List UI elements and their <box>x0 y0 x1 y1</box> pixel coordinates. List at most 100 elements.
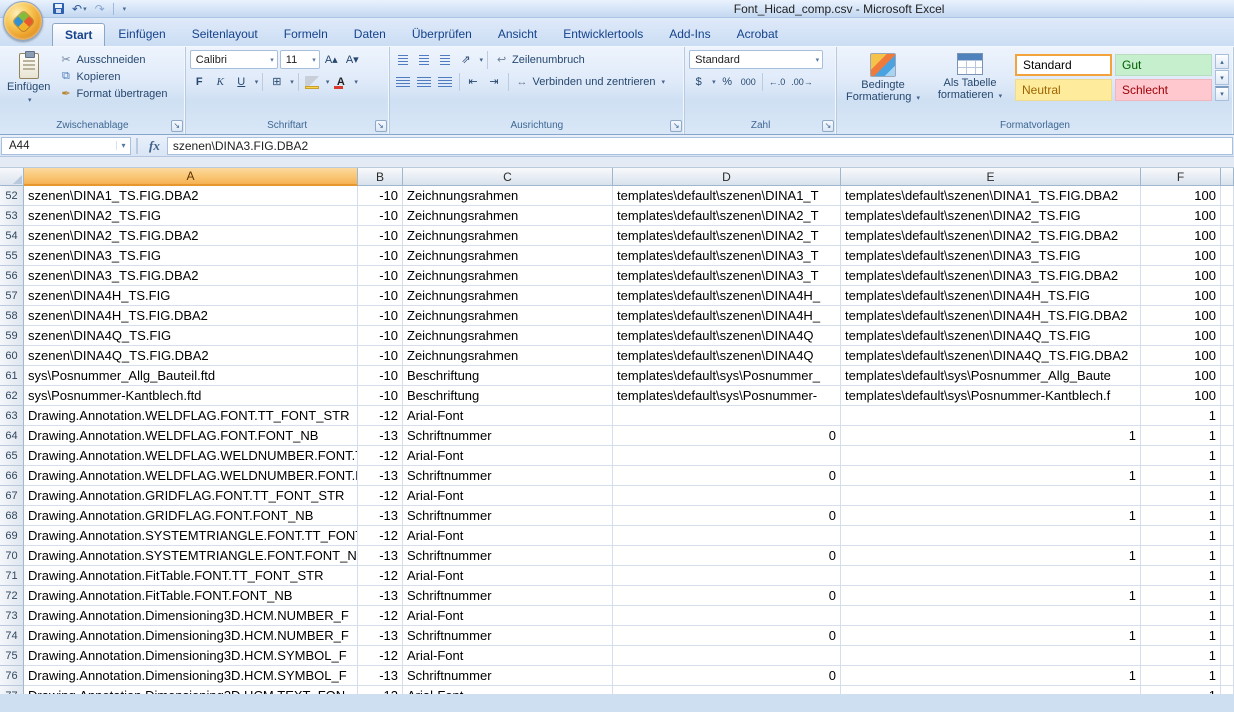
cell-A71[interactable]: Drawing.Annotation.FitTable.FONT.TT_FONT… <box>24 566 358 586</box>
tab-entwicklertools[interactable]: Entwicklertools <box>550 23 656 46</box>
cell-C57[interactable]: Zeichnungsrahmen <box>403 286 613 306</box>
cell-B67[interactable]: -12 <box>358 486 403 506</box>
cell-D55[interactable]: templates\default\szenen\DINA3_T <box>613 246 841 266</box>
cell-F53[interactable]: 100 <box>1141 206 1221 226</box>
cell-D69[interactable] <box>613 526 841 546</box>
grow-font-button[interactable]: A▴ <box>322 50 341 69</box>
cell-A77[interactable]: Drawing.Annotation.Dimensioning3D.HCM.TE… <box>24 686 358 694</box>
cell-C75[interactable]: Arial-Font <box>403 646 613 666</box>
cell-F52[interactable]: 100 <box>1141 186 1221 206</box>
cell-A52[interactable]: szenen\DINA1_TS.FIG.DBA2 <box>24 186 358 206</box>
align-right-button[interactable] <box>436 72 455 91</box>
cell-B60[interactable]: -10 <box>358 346 403 366</box>
borders-button[interactable]: ⊞ <box>267 72 286 91</box>
cell-D75[interactable] <box>613 646 841 666</box>
cell-A65[interactable]: Drawing.Annotation.WELDFLAG.WELDNUMBER.F… <box>24 446 358 466</box>
cell-E54[interactable]: templates\default\szenen\DINA2_TS.FIG.DB… <box>841 226 1141 246</box>
cell-D64[interactable]: 0 <box>613 426 841 446</box>
tab-überprüfen[interactable]: Überprüfen <box>399 23 485 46</box>
undo-button[interactable]: ↶ ▾ <box>69 1 90 17</box>
cell-E52[interactable]: templates\default\szenen\DINA1_TS.FIG.DB… <box>841 186 1141 206</box>
cell-F75[interactable]: 1 <box>1141 646 1221 666</box>
row-header-76[interactable]: 76 <box>0 666 24 686</box>
row-header-68[interactable]: 68 <box>0 506 24 526</box>
cell-F55[interactable]: 100 <box>1141 246 1221 266</box>
cell-E60[interactable]: templates\default\szenen\DINA4Q_TS.FIG.D… <box>841 346 1141 366</box>
cell-C67[interactable]: Arial-Font <box>403 486 613 506</box>
redo-button[interactable]: ↷ <box>92 1 108 17</box>
cell-A57[interactable]: szenen\DINA4H_TS.FIG <box>24 286 358 306</box>
font-dialog-launcher[interactable]: ↘ <box>375 120 387 132</box>
cell-B69[interactable]: -12 <box>358 526 403 546</box>
cell-B62[interactable]: -10 <box>358 386 403 406</box>
gallery-up-button[interactable]: ▴ <box>1215 54 1229 69</box>
number-dialog-launcher[interactable]: ↘ <box>822 120 834 132</box>
cell-D70[interactable]: 0 <box>613 546 841 566</box>
decrease-decimal-button[interactable]: .00→ <box>789 72 815 91</box>
cell-E69[interactable] <box>841 526 1141 546</box>
cell-A54[interactable]: szenen\DINA2_TS.FIG.DBA2 <box>24 226 358 246</box>
cell-F58[interactable]: 100 <box>1141 306 1221 326</box>
qat-customize-button[interactable]: ▾ <box>119 1 130 17</box>
accounting-format-button[interactable]: $ <box>689 72 708 91</box>
cell-F70[interactable]: 1 <box>1141 546 1221 566</box>
cell-D68[interactable]: 0 <box>613 506 841 526</box>
cell-C56[interactable]: Zeichnungsrahmen <box>403 266 613 286</box>
cell-D59[interactable]: templates\default\szenen\DINA4Q <box>613 326 841 346</box>
cell-D67[interactable] <box>613 486 841 506</box>
cell-D73[interactable] <box>613 606 841 626</box>
comma-style-button[interactable]: 000 <box>739 72 758 91</box>
wrap-text-button[interactable]: ↩ Zeilenumbruch <box>492 52 588 67</box>
cell-E65[interactable] <box>841 446 1141 466</box>
decrease-indent-button[interactable]: ⇤ <box>464 72 483 91</box>
cell-D74[interactable]: 0 <box>613 626 841 646</box>
format-as-table-button[interactable]: Als Tabelle formatieren ▾ <box>928 50 1012 106</box>
row-header-74[interactable]: 74 <box>0 626 24 646</box>
cell-B64[interactable]: -13 <box>358 426 403 446</box>
cell-C66[interactable]: Schriftnummer <box>403 466 613 486</box>
cell-C65[interactable]: Arial-Font <box>403 446 613 466</box>
cell-B75[interactable]: -12 <box>358 646 403 666</box>
row-header-53[interactable]: 53 <box>0 206 24 226</box>
cell-A67[interactable]: Drawing.Annotation.GRIDFLAG.FONT.TT_FONT… <box>24 486 358 506</box>
row-header-63[interactable]: 63 <box>0 406 24 426</box>
cell-F63[interactable]: 1 <box>1141 406 1221 426</box>
cell-F66[interactable]: 1 <box>1141 466 1221 486</box>
align-center-button[interactable] <box>415 72 434 91</box>
cell-B54[interactable]: -10 <box>358 226 403 246</box>
cell-F77[interactable]: 1 <box>1141 686 1221 694</box>
cell-A75[interactable]: Drawing.Annotation.Dimensioning3D.HCM.SY… <box>24 646 358 666</box>
cell-E55[interactable]: templates\default\szenen\DINA3_TS.FIG <box>841 246 1141 266</box>
cell-F61[interactable]: 100 <box>1141 366 1221 386</box>
cell-C53[interactable]: Zeichnungsrahmen <box>403 206 613 226</box>
cell-D52[interactable]: templates\default\szenen\DINA1_T <box>613 186 841 206</box>
cell-D77[interactable] <box>613 686 841 694</box>
cell-B53[interactable]: -10 <box>358 206 403 226</box>
cell-E64[interactable]: 1 <box>841 426 1141 446</box>
cell-C72[interactable]: Schriftnummer <box>403 586 613 606</box>
cell-E66[interactable]: 1 <box>841 466 1141 486</box>
clipboard-dialog-launcher[interactable]: ↘ <box>171 120 183 132</box>
cell-B55[interactable]: -10 <box>358 246 403 266</box>
cell-B63[interactable]: -12 <box>358 406 403 426</box>
paste-button[interactable]: Einfügen ▾ <box>4 50 53 110</box>
row-header-54[interactable]: 54 <box>0 226 24 246</box>
cell-B68[interactable]: -13 <box>358 506 403 526</box>
cell-D58[interactable]: templates\default\szenen\DINA4H_ <box>613 306 841 326</box>
cell-F65[interactable]: 1 <box>1141 446 1221 466</box>
merge-center-button[interactable]: ↔ Verbinden und zentrieren ▾ <box>513 75 668 89</box>
cell-B58[interactable]: -10 <box>358 306 403 326</box>
row-header-55[interactable]: 55 <box>0 246 24 266</box>
cell-E71[interactable] <box>841 566 1141 586</box>
cell-C55[interactable]: Zeichnungsrahmen <box>403 246 613 266</box>
cell-F74[interactable]: 1 <box>1141 626 1221 646</box>
cell-B74[interactable]: -13 <box>358 626 403 646</box>
column-header-F[interactable]: F <box>1141 168 1221 186</box>
cell-E74[interactable]: 1 <box>841 626 1141 646</box>
column-header-D[interactable]: D <box>613 168 841 186</box>
cell-A55[interactable]: szenen\DINA3_TS.FIG <box>24 246 358 266</box>
cell-F68[interactable]: 1 <box>1141 506 1221 526</box>
cell-C52[interactable]: Zeichnungsrahmen <box>403 186 613 206</box>
cell-F59[interactable]: 100 <box>1141 326 1221 346</box>
cell-D65[interactable] <box>613 446 841 466</box>
